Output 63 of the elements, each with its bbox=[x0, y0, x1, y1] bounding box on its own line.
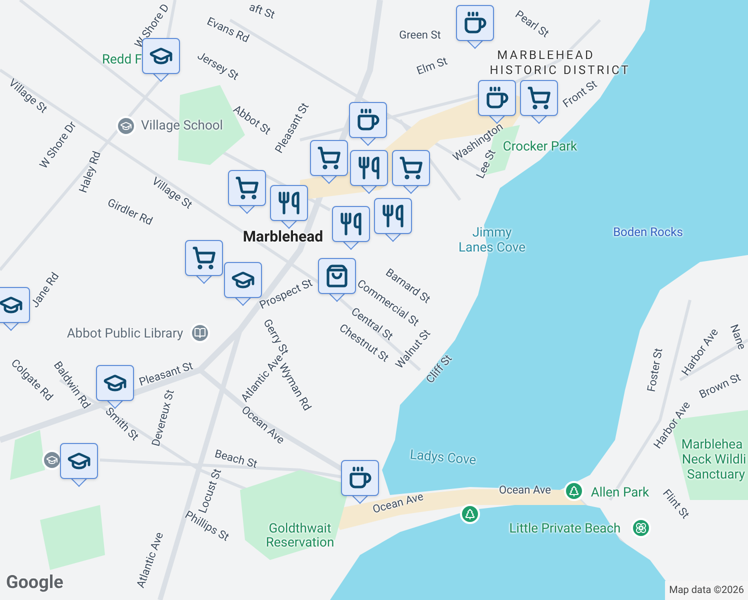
place-label: Village School bbox=[141, 120, 223, 132]
shopping-cart-icon bbox=[317, 146, 341, 170]
place-label: Lanes Cove bbox=[458, 242, 526, 254]
map-marker[interactable] bbox=[350, 150, 388, 194]
map-marker[interactable] bbox=[374, 198, 412, 242]
map-marker[interactable] bbox=[349, 102, 387, 146]
map-marker[interactable] bbox=[60, 443, 98, 487]
map-marker[interactable] bbox=[142, 38, 180, 82]
map-marker[interactable] bbox=[318, 258, 356, 302]
place-label: Boden Rocks bbox=[613, 226, 683, 238]
coffee-cup-icon bbox=[485, 86, 509, 110]
map-marker[interactable] bbox=[392, 150, 430, 194]
map-marker[interactable] bbox=[310, 140, 348, 184]
school-pin-icon[interactable] bbox=[116, 116, 136, 136]
coffee-cup-icon bbox=[463, 11, 487, 35]
place-label: Neck Wildli bbox=[682, 454, 746, 466]
map-marker[interactable] bbox=[332, 206, 370, 250]
street-label: Beach St bbox=[214, 448, 258, 470]
map-marker[interactable] bbox=[0, 287, 30, 331]
street-label: Nane bbox=[728, 323, 748, 351]
street-label: Foster St bbox=[646, 347, 664, 393]
place-label: Abbot Public Library bbox=[66, 328, 184, 340]
fork-knife-icon bbox=[339, 212, 363, 236]
place-label: Crocker Park bbox=[502, 140, 578, 154]
street-label: Elm St bbox=[415, 55, 449, 77]
street-label: Green St bbox=[399, 30, 441, 40]
map-marker[interactable] bbox=[478, 80, 516, 124]
flower-pin-icon[interactable] bbox=[631, 518, 651, 538]
shopping-bag-icon bbox=[325, 264, 349, 288]
book-pin-icon[interactable] bbox=[190, 323, 210, 343]
place-label: Redd F bbox=[102, 54, 142, 66]
shopping-cart-icon bbox=[527, 86, 551, 110]
map-marker[interactable] bbox=[185, 240, 223, 284]
map-marker[interactable] bbox=[96, 365, 134, 409]
street-label: Haley Rd bbox=[77, 150, 103, 194]
place-label: HISTORIC DISTRICT bbox=[490, 64, 630, 76]
place-label: Reservation bbox=[266, 536, 334, 550]
fork-knife-icon bbox=[381, 204, 405, 228]
street-label: Brown St bbox=[698, 372, 742, 400]
place-label: Marblehead bbox=[242, 230, 324, 244]
coffee-cup-icon bbox=[356, 108, 380, 132]
google-logo: Google bbox=[6, 571, 64, 595]
place-label: Allen Park bbox=[590, 486, 650, 500]
place-label: Sanctuary bbox=[687, 468, 745, 482]
fork-knife-icon bbox=[357, 156, 381, 180]
park-area bbox=[10, 430, 45, 480]
fork-knife-icon bbox=[277, 191, 301, 215]
place-label: Ladys Cove bbox=[409, 448, 477, 468]
place-label: MARBLEHEAD bbox=[497, 49, 595, 61]
street-label: Locust St bbox=[196, 467, 224, 515]
coffee-cup-icon bbox=[348, 466, 372, 490]
park-area bbox=[40, 505, 105, 570]
map-marker[interactable] bbox=[456, 5, 494, 49]
shopping-cart-icon bbox=[192, 246, 216, 270]
shopping-cart-icon bbox=[399, 156, 423, 180]
place-label: Marblehea bbox=[681, 438, 743, 452]
place-label: Goldthwait bbox=[268, 522, 332, 536]
map-marker[interactable] bbox=[270, 185, 308, 229]
map-marker[interactable] bbox=[228, 170, 266, 214]
shopping-cart-icon bbox=[235, 176, 259, 200]
map-marker[interactable] bbox=[520, 80, 558, 124]
street-label: Ocean Ave bbox=[371, 490, 425, 516]
street-label: Atlantic Ave bbox=[134, 530, 166, 590]
